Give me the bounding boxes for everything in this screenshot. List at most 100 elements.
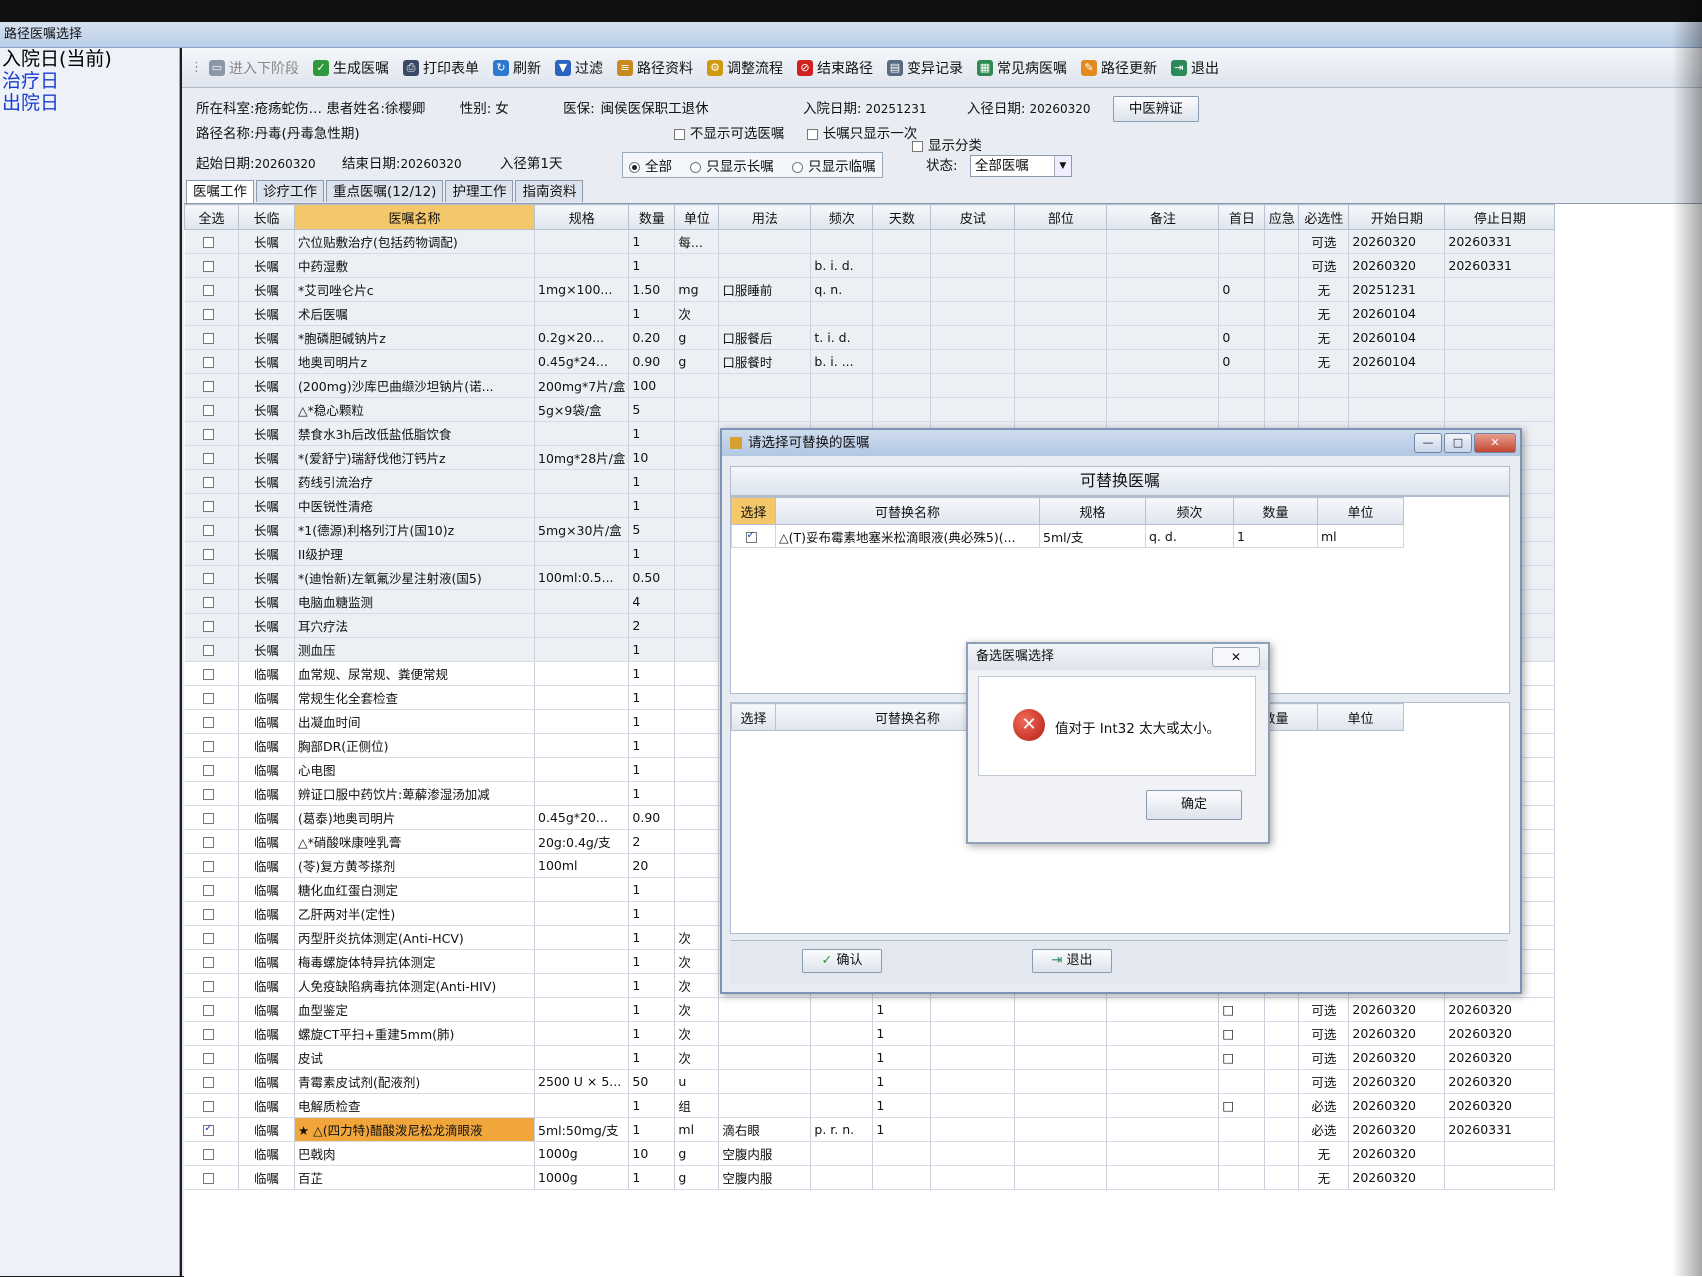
toolbar-button-checkmark[interactable]: ✓ 生成医嘱 [313, 58, 389, 78]
tab-2[interactable]: 重点医嘱(12/12) [326, 180, 444, 202]
replace-column-header[interactable]: 数量 [1233, 497, 1318, 525]
table-row[interactable]: 临嘱 百芷 1000g 1 g 空腹内服 无 20260320 [184, 1165, 1556, 1190]
row-checkbox[interactable] [203, 1173, 215, 1184]
row-checkbox[interactable] [203, 693, 215, 704]
row-checkbox[interactable] [203, 837, 215, 848]
column-header[interactable]: 备注 [1106, 204, 1220, 230]
replace-column-header[interactable]: 频次 [1145, 497, 1234, 525]
column-header[interactable]: 停止日期 [1444, 204, 1556, 230]
row-checkbox[interactable] [203, 909, 215, 920]
table-row[interactable]: 临嘱 螺旋CT平扫+重建5mm(肺) 1 次 1 □ 可选 20260320 20260320 [184, 1021, 1556, 1046]
toolbar-button-printer[interactable]: ⎙ 打印表单 [403, 58, 479, 78]
toolbar-button-next-stage[interactable]: ▭ 进入下阶段 [209, 58, 299, 78]
tab-3[interactable]: 护理工作 [445, 180, 514, 202]
row-checkbox[interactable] [203, 405, 215, 416]
replace-column-header[interactable]: 单位 [1317, 497, 1404, 525]
row-select-cell[interactable] [184, 973, 239, 998]
tab-4[interactable]: 指南资料 [515, 180, 584, 202]
row-select-cell[interactable] [184, 1069, 239, 1094]
row-select-cell[interactable] [184, 637, 239, 662]
row-checkbox[interactable] [203, 765, 215, 776]
table-row[interactable]: 长嘱 *胞磷胆碱钠片z 0.2g×20... 0.20 g 口服餐后 t. i. d. 0 无 2… [184, 325, 1556, 350]
row-select-cell[interactable] [184, 229, 239, 254]
minimize-button[interactable]: — [1414, 433, 1442, 453]
row-select-cell[interactable] [184, 781, 239, 806]
table-row[interactable]: 临嘱 电解质检查 1 组 1 □ 必选 20260320 20260320 [184, 1093, 1556, 1118]
toolbar-button-document[interactable]: ≡ 路径资料 [617, 58, 693, 78]
row-select-cell[interactable] [184, 1093, 239, 1118]
row-checkbox[interactable] [203, 1005, 215, 1016]
row-select-cell[interactable] [184, 325, 239, 350]
column-header[interactable]: 数量 [628, 204, 676, 230]
replace-lower-column-header[interactable]: 单位 [1317, 703, 1404, 731]
row-checkbox[interactable] [203, 453, 215, 464]
replace-column-header[interactable]: 选择 [731, 497, 776, 525]
column-header[interactable]: 必选性 [1298, 204, 1350, 230]
row-select-cell[interactable] [184, 661, 239, 686]
column-header[interactable]: 天数 [872, 204, 932, 230]
stage-nav-item[interactable]: 入院日(当前) [0, 48, 179, 70]
row-select-cell[interactable] [184, 757, 239, 782]
toolbar-button-list[interactable]: ▦ 常见病医嘱 [977, 58, 1067, 78]
stage-nav-item[interactable]: 治疗日 [0, 70, 179, 92]
row-checkbox[interactable] [203, 1123, 215, 1136]
long-once-checkbox[interactable]: 长嘱只显示一次 [806, 126, 917, 142]
toolbar-button-update[interactable]: ✎ 路径更新 [1081, 58, 1157, 78]
row-checkbox[interactable] [203, 1101, 215, 1112]
row-select-cell[interactable] [184, 373, 239, 398]
message-box-close-button[interactable]: ✕ [1212, 647, 1260, 667]
row-select-cell[interactable] [184, 301, 239, 326]
radio-all[interactable]: 全部 [629, 159, 672, 175]
show-category-checkbox[interactable]: 显示分类 [912, 134, 982, 154]
column-header[interactable]: 应急 [1264, 204, 1300, 230]
row-checkbox[interactable] [203, 741, 215, 752]
row-checkbox[interactable] [203, 957, 215, 968]
row-checkbox[interactable] [203, 357, 215, 368]
row-select-cell[interactable] [184, 949, 239, 974]
row-select-cell[interactable] [184, 397, 239, 422]
radio-long[interactable]: 只显示长嘱 [690, 159, 774, 175]
replace-column-header[interactable]: 规格 [1039, 497, 1146, 525]
column-header[interactable]: 医嘱名称 [294, 204, 535, 230]
tab-1[interactable]: 诊疗工作 [256, 180, 324, 202]
toolbar-button-refresh[interactable]: ↻ 刷新 [493, 58, 541, 78]
row-select-cell[interactable] [184, 349, 239, 374]
table-row[interactable]: 长嘱 (200mg)沙库巴曲缬沙坦钠片(诺... 200mg*7片/盒 100 [184, 373, 1556, 398]
tab-0[interactable]: 医嘱工作 [186, 180, 254, 204]
table-row[interactable]: 临嘱★ △(四力特)醋酸泼尼松龙滴眼液5ml:50mg/支1ml滴右眼p. r.… [184, 1117, 1556, 1142]
row-select-cell[interactable] [184, 493, 239, 518]
replace-checkbox[interactable] [745, 530, 757, 543]
column-header[interactable]: 频次 [810, 204, 874, 230]
table-row[interactable]: 长嘱 △*稳心颗粒 5g×9袋/盒 5 [184, 397, 1556, 422]
row-checkbox[interactable] [203, 789, 215, 800]
row-checkbox[interactable] [203, 597, 215, 608]
row-select-cell[interactable] [184, 277, 239, 302]
table-row[interactable]: 长嘱 *艾司唑仑片c 1mg×100... 1.50 mg 口服睡前 q. n. 0 无 2025… [184, 277, 1556, 302]
hide-optional-checkbox[interactable]: 不显示可选医嘱 [673, 126, 784, 142]
column-header[interactable]: 单位 [674, 204, 720, 230]
row-checkbox[interactable] [203, 429, 215, 440]
row-checkbox[interactable] [203, 573, 215, 584]
row-checkbox[interactable] [203, 237, 215, 248]
table-row[interactable]: 长嘱 术后医嘱 1 次 无 20260104 [184, 301, 1556, 326]
row-select-cell[interactable] [184, 541, 239, 566]
row-select-cell[interactable] [184, 805, 239, 830]
ok-button[interactable]: 确定 [1146, 790, 1242, 820]
table-row[interactable]: 临嘱 青霉素皮试剂(配液剂) 2500 U × 5... 50 u 1 可选 20260320… [184, 1069, 1556, 1094]
row-select-cell[interactable] [184, 1045, 239, 1070]
row-select-cell[interactable] [184, 901, 239, 926]
toolbar-button-gear[interactable]: ⚙ 调整流程 [707, 58, 783, 78]
row-checkbox[interactable] [203, 1053, 215, 1064]
replace-lower-column-header[interactable]: 选择 [731, 703, 776, 731]
row-select-cell[interactable] [184, 925, 239, 950]
row-checkbox[interactable] [203, 933, 215, 944]
toolbar-button-exit[interactable]: ⇥ 退出 [1171, 58, 1219, 78]
row-select-cell[interactable] [184, 733, 239, 758]
replace-row[interactable]: △(T)妥布霉素地塞米松滴眼液(典必殊5)(...5ml/支q. d.1ml [731, 524, 1404, 548]
row-checkbox[interactable] [203, 885, 215, 896]
row-select-cell[interactable] [184, 445, 239, 470]
row-select-cell[interactable] [184, 1117, 239, 1142]
row-checkbox[interactable] [203, 621, 215, 632]
row-checkbox[interactable] [203, 645, 215, 656]
column-header[interactable]: 皮试 [930, 204, 1016, 230]
